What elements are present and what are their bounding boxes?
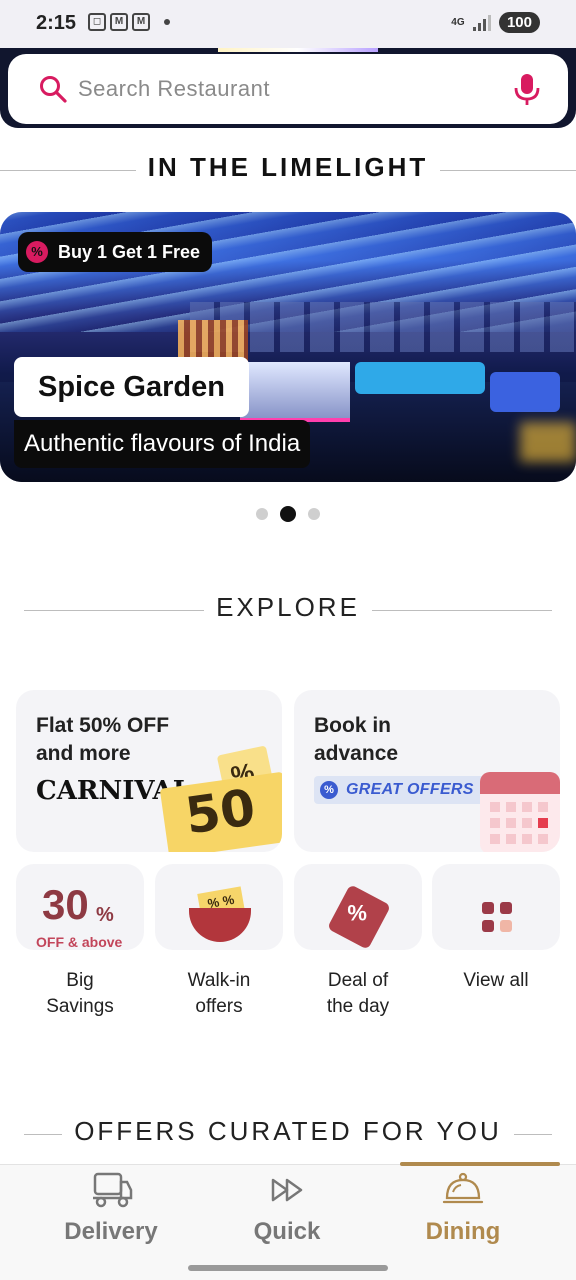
card-label[interactable]: Walk-in offers [155,968,283,1020]
nav-delivery[interactable]: Delivery [15,1170,207,1246]
card-title-line: Book in [314,714,391,737]
section-title: OFFERS CURATED FOR YOU [62,1116,514,1147]
savings-art: 30 [42,881,89,928]
search-bar[interactable] [8,54,568,124]
card-title-line: Flat 50% OFF [36,714,170,737]
carousel-indicator [256,506,320,522]
signal-icon [472,14,491,31]
divider-line [24,610,212,611]
status-right: 4G 100 [451,12,540,33]
mail-icon: M [132,13,150,31]
nav-label: Delivery [64,1218,158,1245]
label-line: the day [326,996,390,1017]
grid-icon [482,902,512,932]
discount-icon: % [26,241,48,263]
divider-line [364,610,552,611]
truck-icon [93,1172,133,1208]
label-line: View all [463,970,529,991]
nav-label: Quick [253,1218,321,1245]
mail-icon: M [110,13,128,31]
carousel-dot[interactable] [256,508,268,520]
card-title: Book in advance [314,712,398,768]
limelight-heading: IN THE LIMELIGHT [0,152,576,188]
ticket-number: 50 [181,778,259,846]
screenshot-icon: ◻ [88,13,106,31]
divider-line [0,170,140,171]
fast-forward-icon [271,1178,303,1202]
banner-sofa [490,372,560,412]
banner-light [520,422,576,462]
tag-text: % [347,900,367,926]
price-tag-icon: % [326,884,392,950]
nav-quick[interactable]: Quick [191,1170,383,1246]
card-label[interactable]: Big Savings [16,968,144,1020]
more-notifications-icon [164,19,170,25]
header-accent [218,48,378,52]
savings-art-sub: OFF & above [36,934,123,950]
restaurant-tagline-tag: Authentic flavours of India [14,420,311,468]
card-title-line: and more [36,742,131,765]
status-bar: 2:15 ◻ M M 4G 100 [0,0,576,48]
big-savings-card[interactable]: 30 % OFF & above [16,864,144,950]
offer-text: Buy 1 Get 1 Free [58,241,201,262]
label-line: offers [195,996,243,1017]
home-indicator[interactable] [188,1265,388,1271]
banner-sofa [355,362,485,394]
cloche-icon [442,1172,484,1204]
restaurant-name: Spice Garden [38,370,225,403]
label-line: Big [66,970,94,991]
divider-line [436,170,576,171]
nav-label: Dining [425,1218,501,1245]
section-title: IN THE LIMELIGHT [135,152,441,183]
section-title: EXPLORE [204,592,372,623]
book-in-advance-card[interactable]: Book in advance % GREAT OFFERS [294,690,560,852]
card-title-line: advance [314,742,399,765]
offer-chip: % Buy 1 Get 1 Free [18,232,213,272]
card-title: Flat 50% OFF and more [36,712,169,768]
discount-icon: % [320,781,338,799]
label-line: Savings [46,996,114,1017]
network-type: 4G [451,16,465,28]
nav-dining[interactable]: Dining [367,1170,559,1246]
deal-of-the-day-card[interactable]: % [294,864,422,950]
curated-offers-heading: OFFERS CURATED FOR YOU [0,1116,576,1152]
savings-art-pct: % [96,904,114,926]
restaurant-name-tag: Spice Garden [14,357,249,417]
search-input[interactable] [78,68,498,110]
view-all-card[interactable] [432,864,560,950]
battery-indicator: 100 [498,12,540,33]
card-label[interactable]: Deal of the day [294,968,422,1020]
banner-counter [240,362,350,422]
microphone-icon[interactable] [512,72,542,106]
search-icon [40,76,67,103]
carousel-dot[interactable] [308,508,320,520]
active-tab-indicator [400,1162,560,1166]
label-line: Walk-in [187,970,251,991]
calendar-icon [480,772,560,852]
walk-in-offers-card[interactable]: % % [155,864,283,950]
explore-heading: EXPLORE [0,592,576,628]
great-offers-badge: % GREAT OFFERS [314,776,484,804]
status-time: 2:15 [36,12,77,34]
carousel-dot-active[interactable] [280,506,296,522]
card-label[interactable]: View all [432,968,560,994]
bowl-icon [189,908,251,942]
restaurant-tagline: Authentic flavours of India [24,430,301,457]
badge-text: GREAT OFFERS [346,781,474,798]
notification-icons: ◻ M M [88,13,170,31]
label-line: Deal of [327,970,389,991]
flat-50-off-card[interactable]: Flat 50% OFF and more CARNIVAL % 50 [16,690,282,852]
